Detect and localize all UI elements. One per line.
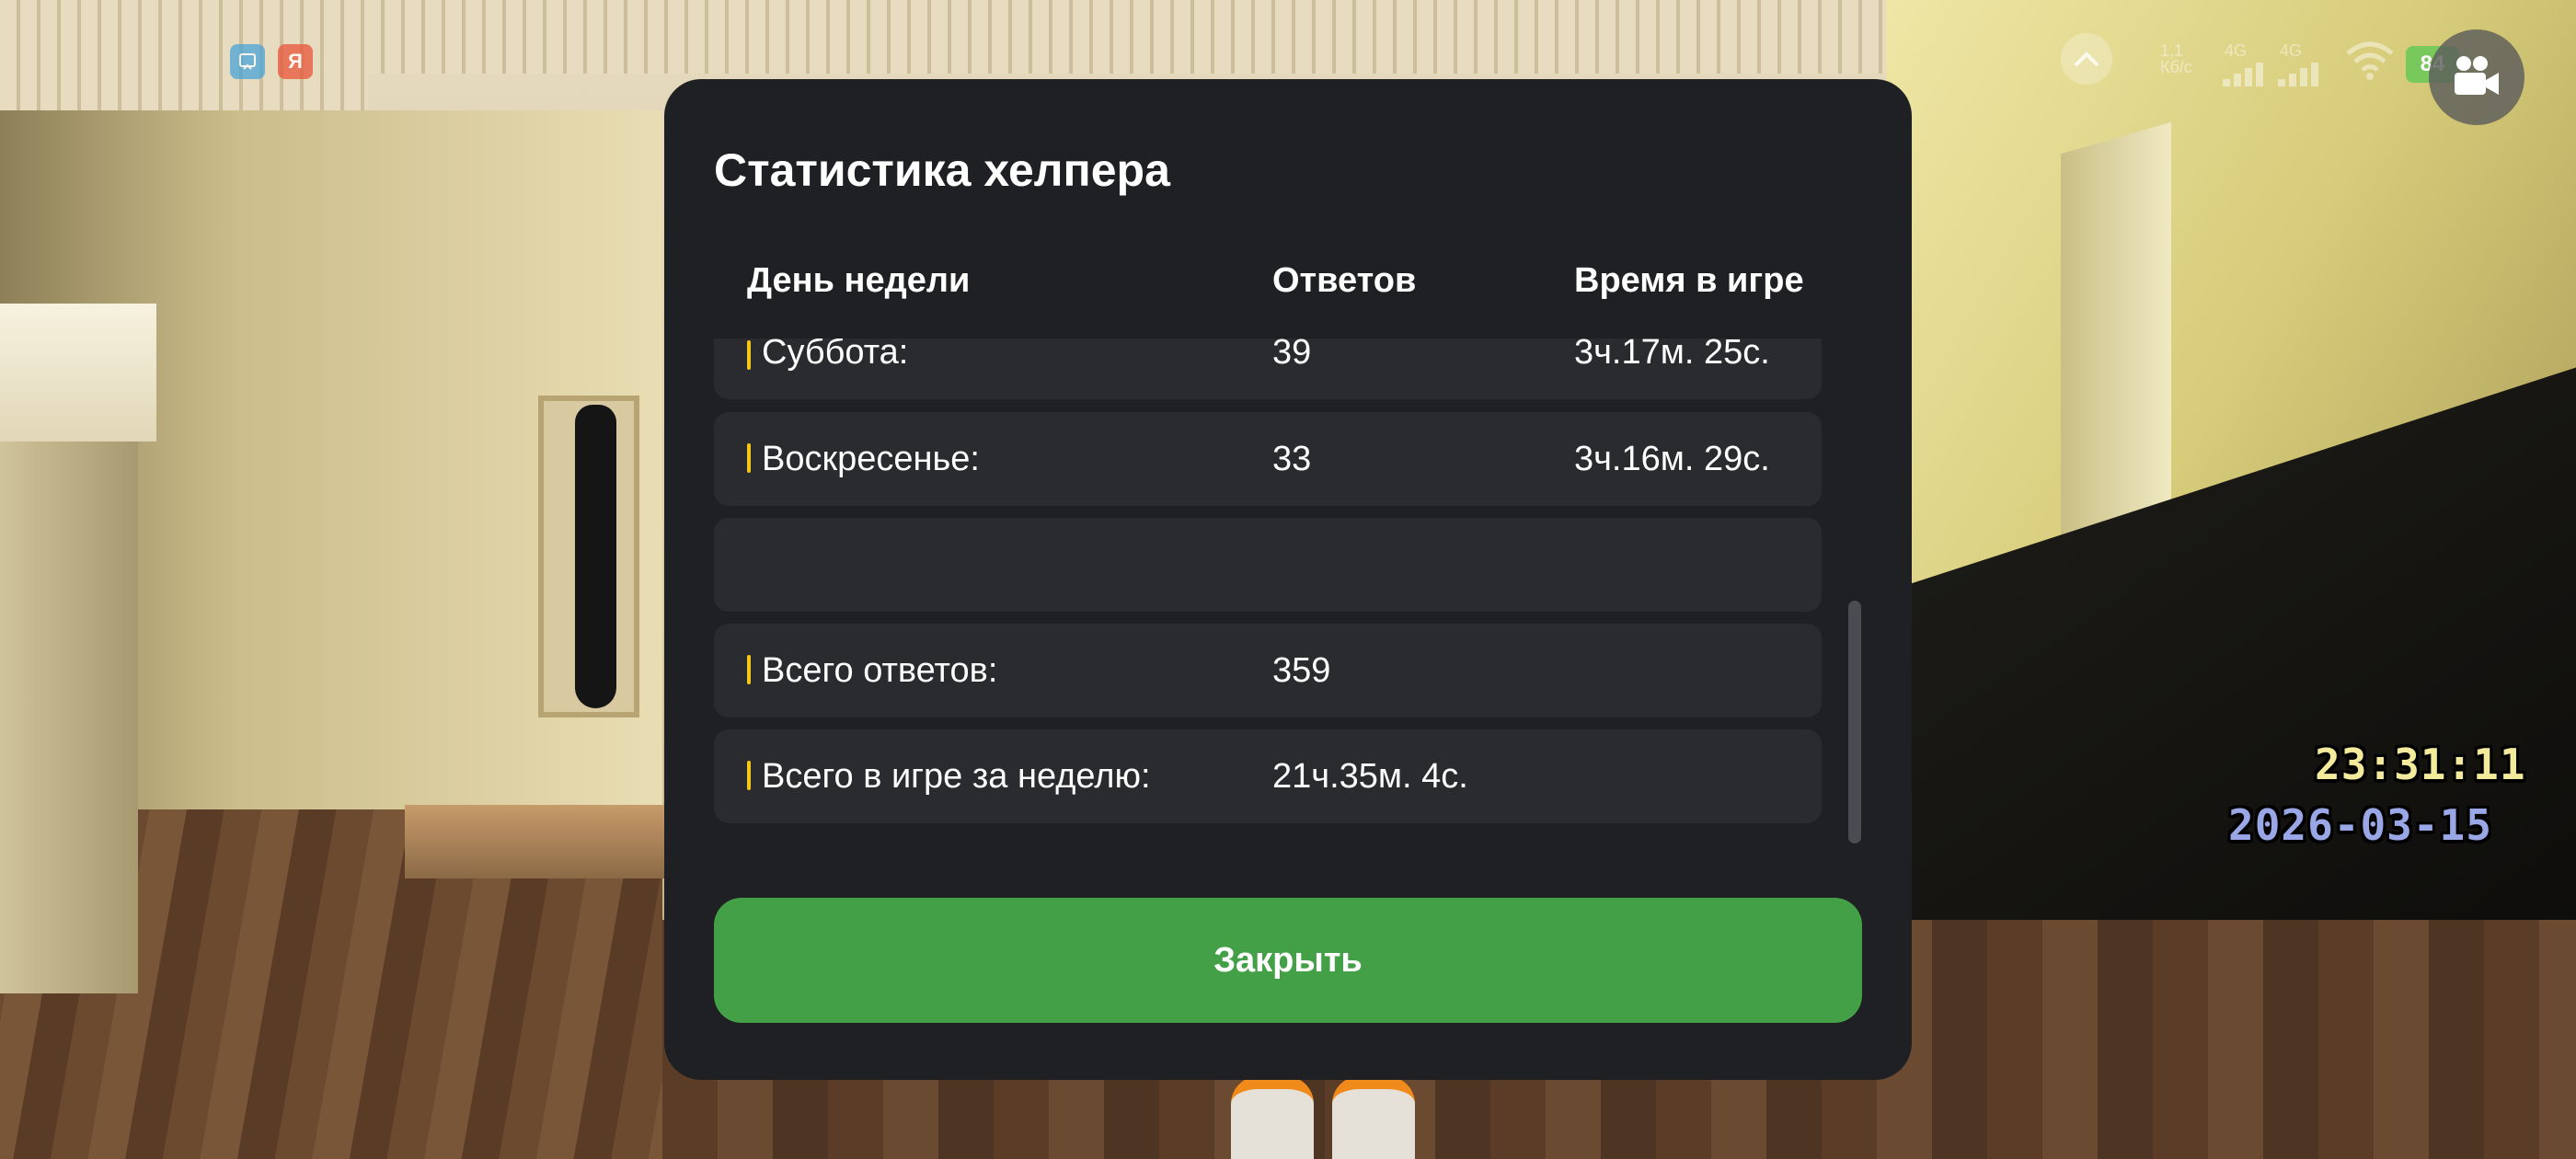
row-answers: 33 — [1272, 440, 1312, 478]
character-right-shoe — [1332, 1076, 1415, 1159]
sim1-type: 4G — [2225, 41, 2248, 60]
row-answers: 39 — [1272, 339, 1312, 372]
game-clock-time: 23:31:11 — [2315, 740, 2526, 789]
camera-button[interactable] — [2429, 29, 2524, 125]
translate-app-icon[interactable] — [230, 44, 265, 79]
table-row: Воскресенье: 33 3ч.16м. 29с. — [714, 412, 1822, 506]
dialog-title: Статистика хелпера — [714, 144, 1170, 196]
row-accent-bar — [747, 761, 751, 790]
table-row-empty — [714, 518, 1822, 612]
wifi-icon — [2344, 40, 2396, 86]
yandex-letter: Я — [288, 50, 303, 73]
table-header: День недели Ответов Время в игре — [714, 261, 1822, 311]
row-label: Всего в игре за неделю: — [762, 757, 1151, 796]
character-left-shoe — [1231, 1076, 1314, 1159]
close-button[interactable]: Закрыть — [714, 898, 1862, 1023]
vase — [575, 405, 616, 708]
yandex-icon[interactable]: Я — [278, 44, 313, 79]
row-value: 359 — [1272, 651, 1331, 690]
table-row: Суббота: 39 3ч.17м. 25с. — [714, 339, 1822, 399]
row-time: 3ч.16м. 29с. — [1574, 440, 1770, 478]
table-scrollbar[interactable] — [1848, 601, 1861, 843]
net-speed: 1,1 Кб/с — [2160, 42, 2192, 75]
helper-stats-dialog: Статистика хелпера День недели Ответов В… — [664, 79, 1912, 1080]
net-speed-value: 1,1 — [2160, 41, 2184, 60]
row-value: 21ч.35м. 4с. — [1272, 757, 1468, 796]
row-label: Всего ответов: — [762, 651, 998, 690]
video-camera-icon — [2455, 56, 2499, 95]
status-bar: 1,1 Кб/с 4G 4G 84 — [2052, 26, 2459, 99]
column-header-day: День недели — [747, 261, 971, 300]
shelf — [405, 805, 681, 878]
lamp-shade — [0, 304, 156, 442]
row-day: Воскресенье: — [762, 440, 980, 478]
row-accent-bar — [747, 655, 751, 684]
net-speed-unit: Кб/с — [2160, 58, 2192, 76]
table-row-total-answers: Всего ответов: 359 — [714, 624, 1822, 717]
sim2-type: 4G — [2280, 41, 2303, 60]
sim2-signal-icon — [2278, 63, 2320, 86]
row-accent-bar — [747, 443, 751, 473]
stats-table-scroll-area[interactable]: Суббота: 39 3ч.17м. 25с. Воскресенье: 33… — [714, 339, 1822, 918]
chevron-up-icon[interactable] — [2061, 33, 2112, 85]
sim1-signal-icon — [2223, 63, 2265, 86]
column-header-answers: Ответов — [1272, 261, 1417, 300]
row-accent-bar — [747, 340, 751, 370]
lamp-base — [0, 442, 138, 993]
game-clock-date: 2026-03-15 — [2228, 800, 2492, 850]
row-time: 3ч.17м. 25с. — [1574, 339, 1770, 372]
row-day: Суббота: — [762, 339, 909, 372]
column-header-time: Время в игре — [1574, 261, 1804, 300]
table-row-total-time: Всего в игре за неделю: 21ч.35м. 4с. — [714, 729, 1822, 823]
